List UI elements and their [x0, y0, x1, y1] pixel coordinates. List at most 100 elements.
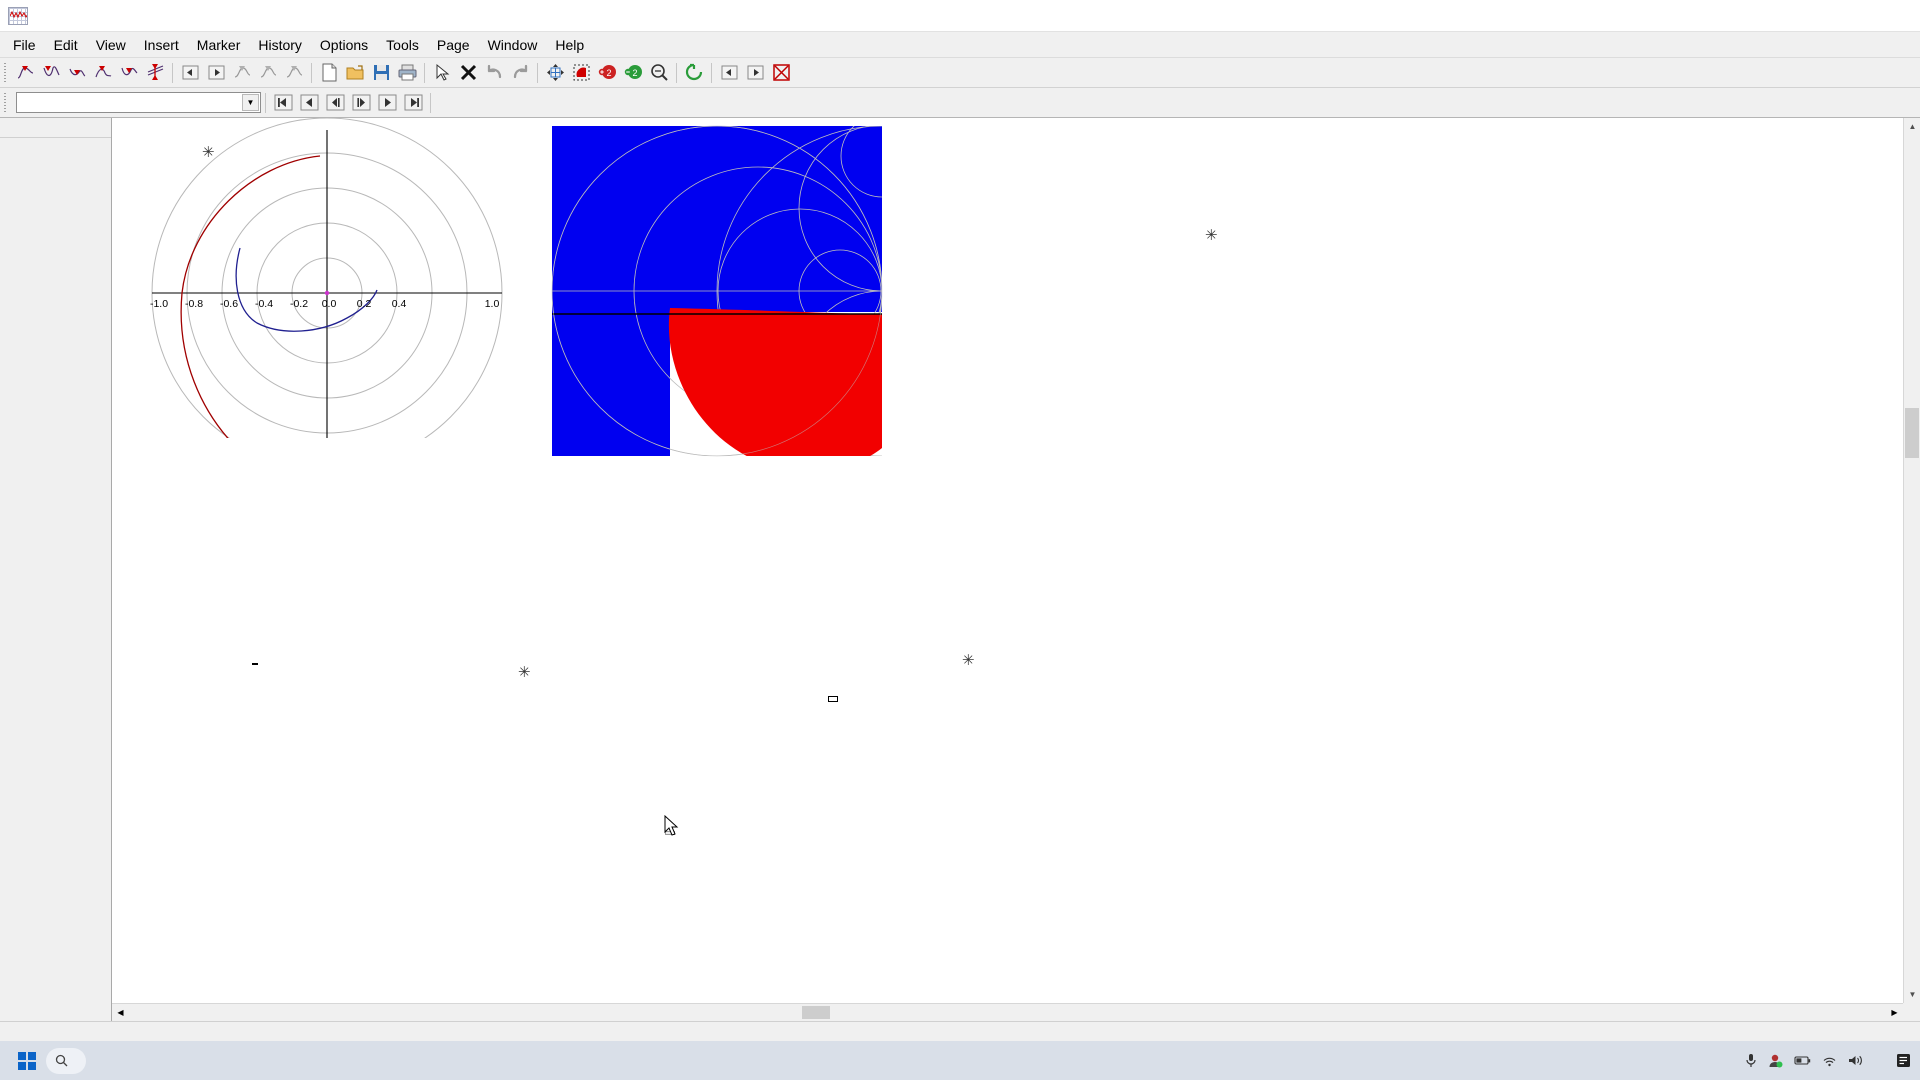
- battery-icon[interactable]: [1794, 1055, 1811, 1067]
- start-windows-icon[interactable]: [10, 1045, 44, 1077]
- menu-item-history[interactable]: History: [249, 34, 311, 56]
- volume-icon[interactable]: [1848, 1054, 1863, 1067]
- next-page-icon[interactable]: [375, 91, 399, 115]
- print-icon[interactable]: [395, 61, 419, 85]
- menu-item-view[interactable]: View: [87, 34, 135, 56]
- app-waveform-icon: [8, 6, 28, 25]
- menu-item-file[interactable]: File: [4, 34, 45, 56]
- title-bar: [0, 0, 1920, 32]
- wifi-icon[interactable]: [1822, 1055, 1837, 1067]
- account-icon[interactable]: [1768, 1053, 1783, 1068]
- zoom-out-icon[interactable]: 2: [621, 61, 645, 85]
- dataset-toolbar: ▼: [0, 88, 1920, 118]
- notification-icon[interactable]: [1896, 1053, 1912, 1069]
- menu-item-page[interactable]: Page: [428, 34, 479, 56]
- marker-readout-box[interactable]: [828, 696, 838, 702]
- step-forward-icon[interactable]: [349, 91, 373, 115]
- svg-text:2: 2: [606, 68, 611, 78]
- marker-min-icon[interactable]: [65, 61, 89, 85]
- stability-factors-plot[interactable]: ✳: [512, 633, 912, 863]
- menu-item-window[interactable]: Window: [479, 34, 547, 56]
- equation-block[interactable]: [252, 663, 261, 665]
- marker-max-icon[interactable]: [91, 61, 115, 85]
- dataset-combo[interactable]: ▼: [16, 92, 261, 113]
- maximize-button[interactable]: [1828, 0, 1874, 32]
- menu-item-tools[interactable]: Tools: [377, 34, 428, 56]
- fit-page-icon[interactable]: [543, 61, 567, 85]
- scroll-up-arrow-icon[interactable]: ▲: [1904, 118, 1920, 135]
- toolbar-grip[interactable]: [2, 92, 9, 114]
- svg-text:0.2: 0.2: [357, 298, 372, 310]
- polar-s-params-plot[interactable]: -1.0 -0.8 -0.6 -0.4 -0.2 0.0 0.2 0.4 1.0 ✳: [132, 118, 512, 469]
- svg-text:1.0: 1.0: [485, 298, 500, 310]
- toolbar-grip[interactable]: [2, 62, 9, 84]
- prev-page-icon[interactable]: [297, 91, 321, 115]
- refresh-icon[interactable]: [682, 61, 706, 85]
- svg-text:-0.8: -0.8: [185, 298, 203, 310]
- svg-text:-0.2: -0.2: [290, 298, 308, 310]
- page-next-icon[interactable]: [743, 61, 767, 85]
- mouse-cursor-icon: [664, 815, 679, 836]
- mic-icon[interactable]: [1745, 1053, 1757, 1068]
- marker-dip-icon[interactable]: [117, 61, 141, 85]
- chevron-down-icon[interactable]: ▼: [242, 94, 259, 111]
- save-icon[interactable]: [369, 61, 393, 85]
- palette-close-button[interactable]: [95, 121, 109, 135]
- pointer-icon[interactable]: [430, 61, 454, 85]
- search-icon: [55, 1054, 68, 1067]
- gain-vs-freq-plot[interactable]: ✳: [1142, 178, 1542, 488]
- zoom-in-icon[interactable]: 2: [595, 61, 619, 85]
- undo-icon[interactable]: [482, 61, 506, 85]
- page-prev-icon[interactable]: [717, 61, 741, 85]
- zoom-area-icon[interactable]: [569, 61, 593, 85]
- close-window-icon[interactable]: [769, 61, 793, 85]
- minimize-button[interactable]: [1782, 0, 1828, 32]
- horizontal-scroll-thumb[interactable]: [802, 1006, 830, 1019]
- menu-item-help[interactable]: Help: [546, 34, 593, 56]
- step-back-icon[interactable]: [323, 91, 347, 115]
- plot-canvas[interactable]: -1.0 -0.8 -0.6 -0.4 -0.2 0.0 0.2 0.4 1.0 ✳: [112, 118, 1903, 1003]
- marker-next-icon[interactable]: [204, 61, 228, 85]
- delete-x-icon[interactable]: [456, 61, 480, 85]
- close-button[interactable]: [1874, 0, 1920, 32]
- first-page-icon[interactable]: [271, 91, 295, 115]
- svg-text:0.0: 0.0: [322, 298, 337, 310]
- marker-delete-icon[interactable]: [143, 61, 167, 85]
- stability-circles-plot[interactable]: [512, 118, 932, 488]
- vertical-scroll-thumb[interactable]: [1905, 408, 1919, 458]
- trace-end-icon[interactable]: [282, 61, 306, 85]
- taskbar-search[interactable]: [46, 1047, 86, 1074]
- toolbar-separator: [424, 62, 425, 83]
- svg-text:-0.6: -0.6: [220, 298, 238, 310]
- marker-prev-icon[interactable]: [178, 61, 202, 85]
- toolbar-separator: [172, 62, 173, 83]
- menu-item-edit[interactable]: Edit: [45, 34, 87, 56]
- palette-panel: [0, 118, 112, 1021]
- scroll-down-arrow-icon[interactable]: ▼: [1904, 986, 1920, 1003]
- marker-peak-icon[interactable]: [13, 61, 37, 85]
- vertical-scrollbar[interactable]: ▲ ▼: [1903, 118, 1920, 1003]
- delta-vs-freq-plot[interactable]: ✳: [952, 633, 1372, 863]
- sunburst-icon: ✳: [518, 664, 531, 681]
- horizontal-scrollbar[interactable]: ◀ ▶: [112, 1003, 1903, 1021]
- sunburst-icon: ✳: [962, 652, 975, 669]
- trace-start-icon[interactable]: [230, 61, 254, 85]
- palette-float-button[interactable]: [81, 121, 95, 135]
- marker-valley-icon[interactable]: [39, 61, 63, 85]
- new-file-icon[interactable]: [317, 61, 341, 85]
- last-page-icon[interactable]: [401, 91, 425, 115]
- redo-icon[interactable]: [508, 61, 532, 85]
- open-folder-icon[interactable]: [343, 61, 367, 85]
- trace-mid-icon[interactable]: [256, 61, 280, 85]
- toolbar-separator: [711, 62, 712, 83]
- palette-tool-grid: [0, 138, 111, 144]
- menu-item-marker[interactable]: Marker: [188, 34, 250, 56]
- toolbar-separator: [676, 62, 677, 83]
- scroll-right-arrow-icon[interactable]: ▶: [1886, 1005, 1903, 1021]
- menu-item-insert[interactable]: Insert: [135, 34, 188, 56]
- zoom-full-icon[interactable]: [647, 61, 671, 85]
- menu-item-options[interactable]: Options: [311, 34, 377, 56]
- windows-taskbar: [0, 1041, 1920, 1080]
- toolbar-separator: [265, 92, 266, 113]
- scroll-left-arrow-icon[interactable]: ◀: [112, 1005, 129, 1021]
